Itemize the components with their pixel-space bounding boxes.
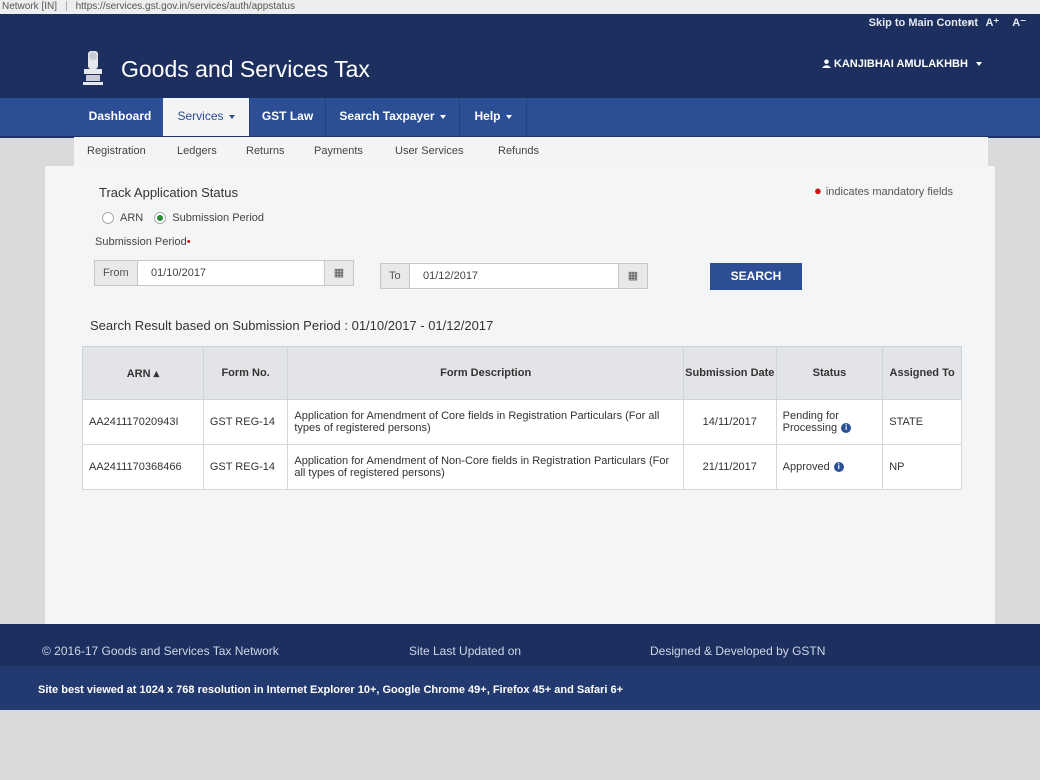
info-icon[interactable]: i: [833, 462, 844, 473]
user-name: KANJIBHAI AMULAKHBH: [833, 58, 968, 70]
cell-date: 14/11/2017: [682, 399, 777, 445]
cell-assigned: STATE: [882, 399, 962, 445]
footer-last-updated: Site Last Updated on: [409, 644, 522, 658]
results-table: ARN ▴ Form No. Form Description Submissi…: [82, 346, 962, 490]
cell-status: Approved i: [775, 444, 884, 490]
col-assigned-to[interactable]: Assigned To: [882, 346, 962, 400]
footer-bottom: Site best viewed at 1024 x 768 resolutio…: [0, 666, 1040, 710]
user-icon: [821, 59, 831, 68]
cell-form-no: GST REG-14: [202, 399, 289, 445]
table-row: AA241117020943I GST REG-14 Application f…: [82, 399, 962, 445]
table-header-row: ARN ▴ Form No. Form Description Submissi…: [82, 346, 962, 400]
nav-services-label: Services: [177, 109, 224, 123]
nav-search-taxpayer[interactable]: Search Taxpayer: [326, 98, 459, 136]
submission-period-radio-label[interactable]: Submission Period: [172, 212, 264, 224]
chevron-down-icon: [228, 114, 235, 119]
cell-arn[interactable]: AA2411170368466: [82, 444, 204, 490]
footer-best-viewed: Site best viewed at 1024 x 768 resolutio…: [38, 684, 624, 696]
to-date-input[interactable]: 01/12/2017: [423, 270, 478, 282]
col-form-no[interactable]: Form No.: [202, 346, 289, 400]
submission-period-label-text: Submission Period: [95, 236, 187, 248]
nav-divider: [526, 98, 527, 136]
subnav-registration[interactable]: Registration: [87, 145, 146, 157]
nav-dashboard[interactable]: Dashboard: [78, 98, 162, 136]
nav-dashboard-label: Dashboard: [88, 109, 152, 123]
emblem-logo-icon: [83, 51, 103, 85]
from-date-input[interactable]: 01/10/2017: [151, 267, 206, 279]
subnav-ledgers[interactable]: Ledgers: [177, 145, 217, 157]
cell-status: Pending for Processing i: [775, 399, 884, 445]
submission-period-radio[interactable]: [154, 212, 167, 225]
chevron-down-icon: [505, 114, 512, 119]
nav-services[interactable]: Services: [163, 98, 249, 136]
search-result-summary: Search Result based on Submission Period…: [90, 318, 494, 333]
nav-help[interactable]: Help: [460, 98, 526, 136]
required-dot-icon: •: [186, 236, 191, 248]
chevron-down-icon: [976, 62, 982, 67]
cell-description: Application for Amendment of Core fields…: [287, 399, 684, 445]
search-button[interactable]: SEARCH: [710, 263, 802, 290]
cell-date: 21/11/2017: [682, 444, 777, 490]
nav-gst-law-label: GST Law: [261, 109, 314, 123]
footer-copyright: © 2016-17 Goods and Services Tax Network: [42, 644, 279, 658]
cell-arn[interactable]: AA241117020943I: [82, 399, 204, 445]
from-date-field[interactable]: From 01/10/2017 ▦: [94, 260, 354, 286]
mandatory-note: ● indicates mandatory fields: [814, 183, 953, 198]
cell-form-no: GST REG-14: [202, 444, 289, 490]
footer-designed-by[interactable]: Designed & Developed by GSTN: [650, 644, 825, 658]
to-date-field[interactable]: To 01/12/2017 ▦: [380, 263, 648, 289]
services-sub-nav: Registration Ledgers Returns Payments Us…: [74, 137, 988, 167]
chevron-down-icon: [439, 114, 446, 119]
from-label: From: [95, 261, 138, 285]
arn-radio-label[interactable]: ARN: [120, 212, 143, 224]
col-form-no-label: Form No.: [221, 367, 270, 379]
arn-radio[interactable]: [102, 212, 114, 225]
main-nav: Dashboard Services GST Law Search Taxpay…: [0, 98, 1040, 138]
info-icon[interactable]: i: [841, 423, 852, 434]
to-label: To: [381, 264, 410, 288]
sort-asc-icon: ▴: [153, 367, 160, 380]
col-form-description[interactable]: Form Description: [287, 346, 684, 400]
col-form-description-label: Form Description: [440, 367, 532, 379]
subnav-user-services[interactable]: User Services: [395, 145, 463, 157]
subnav-returns[interactable]: Returns: [246, 145, 285, 157]
network-label: Network [IN]: [2, 1, 58, 12]
nav-search-taxpayer-label: Search Taxpayer: [339, 109, 435, 123]
site-header: Skip to Main Content ◑ A⁺ A⁻ Goods and S…: [0, 14, 1040, 98]
calendar-icon[interactable]: ▦: [324, 261, 353, 285]
col-arn[interactable]: ARN ▴: [82, 346, 204, 400]
mandatory-note-text: indicates mandatory fields: [825, 186, 954, 198]
col-submission-date-label: Submission Date: [685, 367, 775, 379]
subnav-payments[interactable]: Payments: [314, 145, 363, 157]
site-title[interactable]: Goods and Services Tax: [121, 56, 370, 83]
nav-gst-law[interactable]: GST Law: [250, 98, 325, 136]
footer-top: © 2016-17 Goods and Services Tax Network…: [0, 624, 1040, 666]
user-menu[interactable]: KANJIBHAI AMULAKHBH: [821, 58, 982, 70]
font-decrease-button[interactable]: A⁻: [1012, 17, 1026, 29]
col-status[interactable]: Status: [775, 346, 884, 400]
submission-period-label: Submission Period•: [95, 236, 191, 248]
required-dot-icon: ●: [814, 183, 822, 198]
url-text[interactable]: https://services.gst.gov.in/services/aut…: [76, 1, 295, 12]
subnav-refunds[interactable]: Refunds: [498, 145, 539, 157]
contrast-icon[interactable]: ◑: [966, 17, 973, 29]
browser-url-bar[interactable]: Network [IN] https://services.gst.gov.in…: [0, 0, 1040, 15]
col-status-label: Status: [812, 367, 847, 379]
search-type-radio-group: ARN Submission Period: [102, 212, 272, 225]
page-title: Track Application Status: [99, 185, 238, 200]
cell-description: Application for Amendment of Non-Core fi…: [287, 444, 684, 490]
col-assigned-to-label: Assigned To: [889, 367, 955, 379]
col-arn-label: ARN: [126, 367, 151, 380]
cell-assigned: NP: [882, 444, 962, 490]
calendar-icon[interactable]: ▦: [618, 264, 647, 288]
status-text: Approved: [782, 461, 830, 473]
col-submission-date[interactable]: Submission Date: [682, 346, 777, 400]
table-row: AA2411170368466 GST REG-14 Application f…: [82, 444, 962, 490]
nav-help-label: Help: [474, 109, 501, 123]
url-divider: [65, 1, 67, 12]
accessibility-controls: ◑ A⁺ A⁻: [956, 16, 1026, 29]
status-text: Pending for Processing: [782, 410, 839, 434]
font-increase-button[interactable]: A⁺: [985, 17, 999, 29]
